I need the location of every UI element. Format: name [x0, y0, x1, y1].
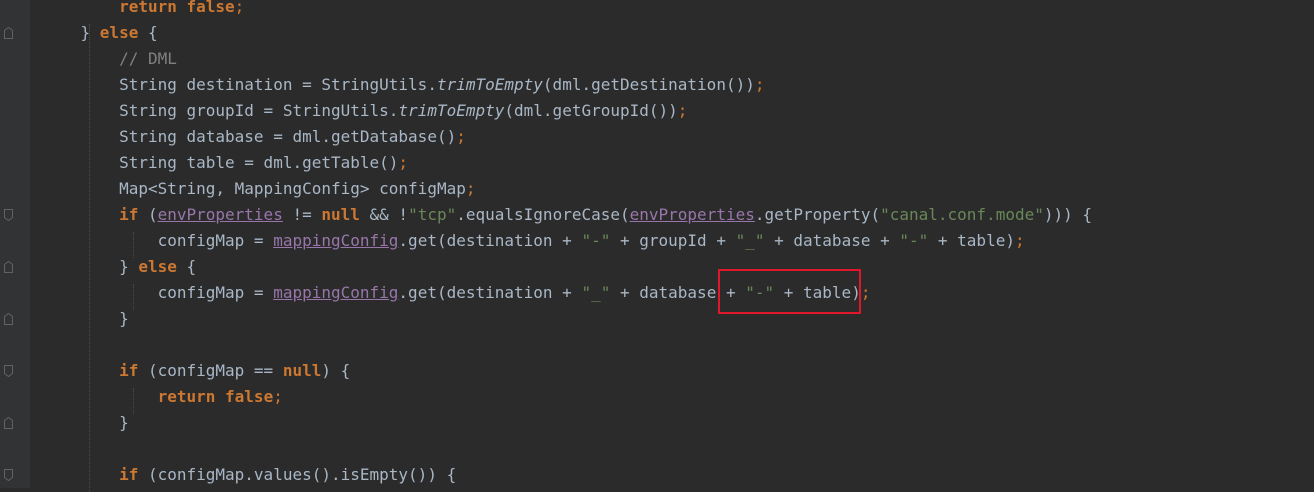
code-area[interactable]: return false; } else { // DML String des… [0, 0, 1314, 492]
code-token: "canal.conf.mode" [880, 205, 1044, 224]
code-line[interactable]: return false; [42, 0, 244, 20]
code-token: (configMap == [138, 361, 283, 380]
code-token: ; [1014, 231, 1025, 250]
code-token: ; [465, 179, 476, 198]
code-token: String destination = StringUtils. [42, 75, 437, 94]
code-token: mappingConfig [273, 283, 399, 302]
code-token: "_" [735, 231, 765, 250]
indent-guide [89, 24, 90, 492]
code-line[interactable]: configMap = mappingConfig.get(destinatio… [42, 228, 1025, 254]
code-token: if [119, 361, 139, 380]
code-token: (dml.getGroupId()) [504, 101, 678, 120]
code-line[interactable]: } else { [42, 20, 158, 46]
code-token: mappingConfig [273, 231, 399, 250]
code-token: ; [398, 153, 409, 172]
code-line[interactable]: String database = dml.getDatabase(); [42, 124, 466, 150]
code-token: String table = dml.getTable() [42, 153, 399, 172]
code-token: return [119, 0, 177, 16]
indent-guide [133, 284, 134, 310]
code-token: } [42, 413, 129, 432]
code-token: } [42, 257, 139, 276]
code-token: trimToEmpty [436, 75, 543, 94]
code-token: else [138, 257, 177, 276]
code-line[interactable]: Map<String, MappingConfig> configMap; [42, 176, 475, 202]
code-token: envProperties [629, 205, 755, 224]
code-token: ; [860, 283, 871, 302]
code-token: { [176, 257, 197, 276]
code-token: } [42, 309, 129, 328]
code-token: "tcp" [408, 205, 457, 224]
code-token: return [157, 387, 216, 406]
code-token: trimToEmpty [398, 101, 505, 120]
code-token: + groupId + [610, 231, 736, 250]
code-line[interactable]: // DML [42, 46, 177, 72]
code-line[interactable]: String table = dml.getTable(); [42, 150, 408, 176]
code-token: + table) [928, 231, 1015, 250]
code-line[interactable]: if (envProperties != null && !"tcp".equa… [42, 202, 1092, 228]
code-token: Map<String, MappingConfig> configMap [42, 179, 466, 198]
code-line[interactable]: } [42, 306, 129, 332]
code-line[interactable]: return false; [42, 384, 283, 410]
code-token: String groupId = StringUtils. [42, 101, 399, 120]
code-token: else [99, 23, 139, 42]
code-token: "-" [899, 231, 929, 250]
code-token: if [119, 465, 139, 484]
code-token: + database + [764, 231, 900, 250]
code-token: } [42, 23, 100, 42]
code-token: (dml.getDestination()) [542, 75, 755, 94]
code-line[interactable]: if (configMap.values().isEmpty()) { [42, 462, 456, 488]
code-token: != [282, 205, 322, 224]
code-token: .getProperty( [754, 205, 881, 224]
annotation-highlight-box [718, 269, 861, 314]
code-token: String database = dml.getDatabase() [42, 127, 457, 146]
code-token: ))) { [1043, 205, 1093, 224]
code-token: .equalsIgnoreCase( [456, 205, 630, 224]
code-token: { [138, 23, 158, 42]
code-token: ; [234, 0, 245, 16]
code-line[interactable]: String groupId = StringUtils.trimToEmpty… [42, 98, 687, 124]
code-token: null [321, 205, 360, 224]
code-token: ; [677, 101, 688, 120]
indent-guide [133, 232, 134, 258]
code-token: "_" [581, 283, 611, 302]
code-token: configMap = [42, 231, 274, 250]
indent-guide [133, 388, 134, 414]
code-token: && ! [359, 205, 409, 224]
code-token: .get(destination + [398, 283, 582, 302]
code-token: configMap = [42, 283, 274, 302]
code-token: ( [138, 205, 158, 224]
code-token: ; [273, 387, 283, 406]
code-token: // DML [119, 49, 177, 68]
code-token: "-" [581, 231, 611, 250]
code-token: ; [754, 75, 765, 94]
code-token: (configMap.values().isEmpty()) { [138, 465, 457, 484]
code-editor[interactable]: return false; } else { // DML String des… [0, 0, 1314, 492]
code-line[interactable]: } [42, 410, 129, 436]
code-token: null [282, 361, 322, 380]
code-token: .get(destination + [398, 231, 582, 250]
code-token: false [186, 0, 235, 16]
code-line[interactable]: } else { [42, 254, 196, 280]
code-token: ; [456, 127, 466, 146]
code-token: envProperties [157, 205, 283, 224]
code-token: ) { [321, 361, 351, 380]
code-token: if [119, 205, 139, 224]
code-token: false [225, 387, 274, 406]
code-line[interactable]: String destination = StringUtils.trimToE… [42, 72, 764, 98]
